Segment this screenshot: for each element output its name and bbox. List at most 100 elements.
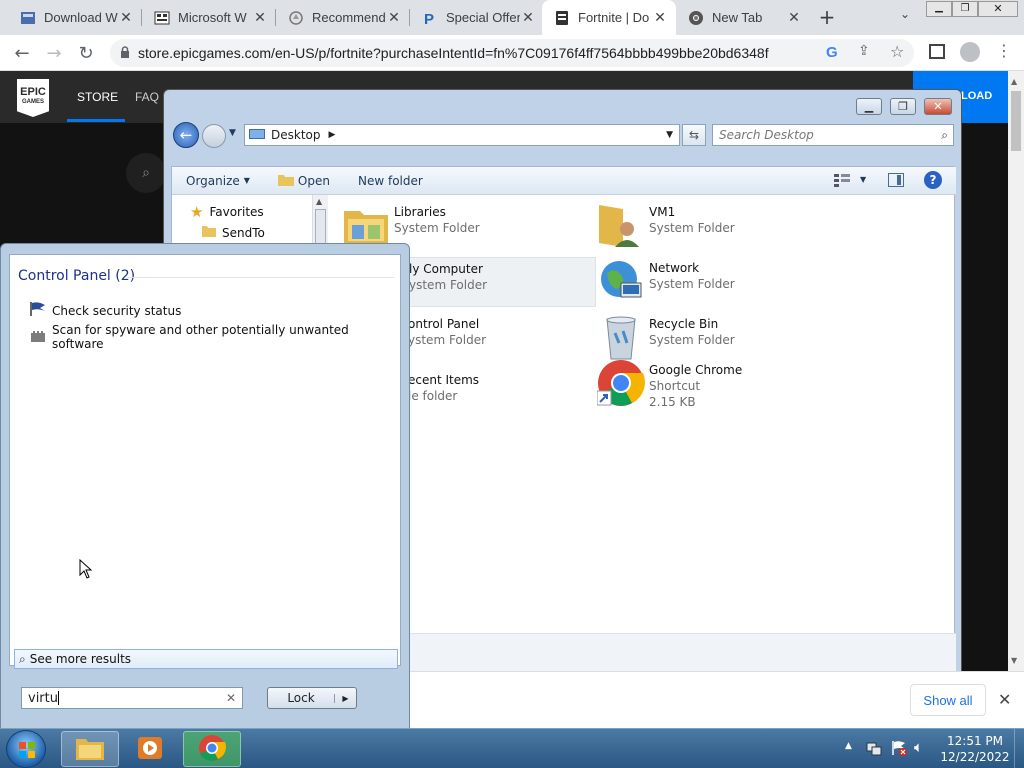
search-icon: ⌕ — [941, 127, 948, 142]
explorer-address-bar[interactable]: Desktop ▶ ▼ — [244, 124, 680, 146]
close-icon[interactable]: ✕ — [252, 9, 268, 26]
back-arrow-icon[interactable]: ← — [12, 43, 32, 64]
nav-store[interactable]: STORE — [77, 90, 118, 104]
restore-button[interactable]: ❐ — [952, 1, 978, 17]
tab-recommend[interactable]: Recommend ✕ — [276, 0, 410, 35]
folder-icon — [202, 225, 216, 240]
organize-button[interactable]: Organize ▼ — [186, 174, 250, 188]
microsoft-page-icon — [154, 10, 170, 26]
close-window-button[interactable]: ✕ — [978, 1, 1018, 17]
share-icon[interactable]: ⇪ — [858, 43, 876, 61]
taskbar-media-player[interactable] — [121, 731, 179, 767]
epic-page-icon — [554, 10, 570, 26]
tab-new-tab[interactable]: New Tab ✕ — [676, 0, 810, 35]
show-all-button[interactable]: Show all — [910, 684, 986, 716]
search-icon: ⌕ — [19, 651, 26, 666]
explorer-close-button[interactable]: ✕ — [924, 98, 952, 115]
star-icon: ★ — [190, 203, 204, 221]
paypal-icon: P — [422, 10, 438, 26]
explorer-minimize-button[interactable]: ▁ — [856, 98, 882, 115]
network-status-icon[interactable] — [866, 740, 882, 756]
recycle-bin-icon — [597, 313, 645, 361]
address-dropdown-icon[interactable]: ▼ — [666, 130, 673, 140]
lock-icon — [120, 45, 130, 61]
bookmark-star-icon[interactable]: ☆ — [890, 42, 908, 61]
close-icon[interactable]: ✕ — [786, 9, 802, 26]
explorer-folder-icon — [75, 735, 105, 764]
result-scan-spyware[interactable]: Scan for spyware and other potentially u… — [30, 323, 400, 351]
tab-download[interactable]: Download W ✕ — [8, 0, 142, 35]
show-hidden-icons-arrow[interactable]: ▲ — [845, 741, 852, 751]
nav-faq[interactable]: FAQ — [135, 90, 159, 104]
reload-icon[interactable]: ↻ — [76, 43, 96, 64]
clear-search-icon[interactable]: ✕ — [226, 691, 236, 705]
libraries-icon — [342, 201, 390, 249]
explorer-search-input[interactable]: Search Desktop ⌕ — [712, 124, 954, 146]
start-search-input[interactable]: virtu ✕ — [21, 687, 243, 709]
forward-arrow-icon[interactable]: → — [44, 43, 64, 64]
side-panel-icon[interactable] — [929, 44, 945, 59]
menu-kebab-icon[interactable]: ⋮ — [996, 41, 1012, 63]
nav-sendto[interactable]: SendTo — [202, 225, 265, 240]
taskbar-clock[interactable]: 12:51 PM 12/22/2022 — [940, 733, 1010, 765]
item-vm1[interactable]: VM1 System Folder — [597, 201, 847, 251]
result-check-security-status[interactable]: Check security status — [30, 302, 181, 319]
close-shelf-icon[interactable]: ✕ — [998, 690, 1011, 709]
help-icon[interactable]: ? — [924, 171, 942, 189]
open-button[interactable]: Open — [277, 173, 330, 189]
new-tab-plus-icon[interactable]: + — [816, 6, 838, 28]
tab-search-chevron-icon[interactable]: ⌄ — [896, 7, 914, 25]
user-folder-icon — [597, 201, 645, 249]
tab-special-offer[interactable]: P Special Offer ✕ — [410, 0, 544, 35]
start-orb-button[interactable] — [6, 730, 46, 768]
chrome-shortcut-icon — [596, 359, 645, 407]
tab-fortnite[interactable]: Fortnite | Do ✕ — [542, 0, 676, 35]
explorer-back-button[interactable]: ← — [173, 122, 199, 148]
chrome-icon — [688, 10, 704, 26]
taskbar: ▲ 🔈︎ 12:51 PM 12/22/2022 — [0, 728, 1024, 768]
action-center-flag-icon[interactable] — [891, 740, 907, 756]
group-divider — [128, 277, 394, 278]
tab-microsoft[interactable]: Microsoft W ✕ — [142, 0, 276, 35]
google-icon[interactable]: G — [826, 44, 844, 62]
item-google-chrome[interactable]: Google Chrome Shortcut 2.15 KB — [596, 359, 847, 425]
page-scrollbar[interactable]: ▲ ▼ — [1008, 71, 1024, 671]
close-icon[interactable]: ✕ — [520, 9, 536, 26]
see-more-results[interactable]: ⌕ See more results — [14, 649, 398, 669]
profile-avatar-icon[interactable] — [960, 42, 980, 62]
text-caret — [58, 691, 59, 705]
breadcrumb-arrow-icon[interactable]: ▶ — [329, 130, 336, 140]
download-shelf: Show all ✕ — [410, 671, 1024, 728]
lock-button[interactable]: Lock ▶ — [267, 687, 357, 709]
explorer-maximize-button[interactable]: ❐ — [890, 98, 916, 115]
url-bar[interactable]: store.epicgames.com/en-US/p/fortnite?pur… — [110, 39, 914, 67]
explorer-forward-button[interactable] — [202, 124, 226, 148]
view-options-icon[interactable] — [834, 173, 850, 187]
power-options-arrow-icon[interactable]: ▶ — [334, 693, 356, 703]
epic-logo[interactable]: EPIC GAMES — [17, 79, 49, 117]
results-group-title[interactable]: Control Panel (2) — [18, 268, 135, 284]
network-globe-icon — [597, 257, 645, 305]
recent-pages-chevron-icon[interactable]: ▼ — [229, 128, 236, 138]
close-icon[interactable]: ✕ — [652, 9, 668, 26]
item-network[interactable]: Network System Folder — [597, 257, 847, 307]
recommend-page-icon — [288, 10, 304, 26]
url-text: store.epicgames.com/en-US/p/fortnite?pur… — [138, 45, 769, 61]
preview-pane-icon[interactable] — [888, 173, 904, 187]
volume-icon[interactable]: 🔈︎ — [914, 738, 923, 756]
desktop-icon — [249, 128, 265, 143]
refresh-icon[interactable]: ⇆ — [682, 124, 706, 146]
taskbar-explorer[interactable] — [61, 731, 119, 767]
media-player-icon — [136, 735, 164, 764]
item-recycle-bin[interactable]: Recycle Bin System Folder — [597, 313, 847, 363]
minimize-button[interactable]: ▁ — [926, 1, 952, 17]
new-folder-button[interactable]: New folder — [358, 174, 423, 188]
search-icon[interactable]: ⌕ — [126, 153, 166, 193]
close-icon[interactable]: ✕ — [386, 9, 402, 26]
nav-favorites[interactable]: ★ Favorites — [190, 203, 264, 221]
close-icon[interactable]: ✕ — [118, 9, 134, 26]
show-desktop-button[interactable] — [1014, 729, 1024, 768]
taskbar-chrome[interactable] — [183, 731, 241, 767]
view-dropdown-icon[interactable]: ▼ — [860, 175, 866, 184]
start-menu: Control Panel (2) Check security status … — [0, 243, 410, 729]
